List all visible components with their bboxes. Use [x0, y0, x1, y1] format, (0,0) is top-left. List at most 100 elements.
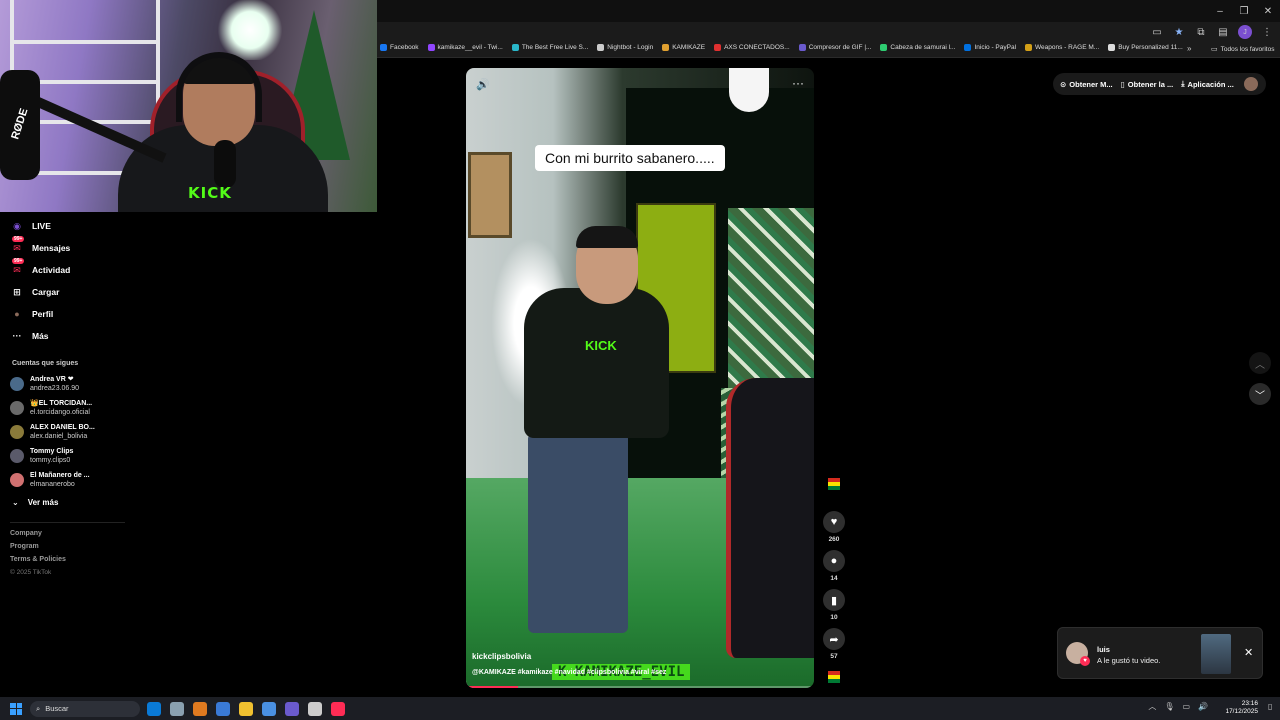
like-notification[interactable]: ♥ luis A le gustó tu video. ✕	[1057, 627, 1263, 679]
get-app-button[interactable]: ▯ Obtener la ...	[1121, 80, 1174, 89]
video-more-options-icon[interactable]: ···	[792, 76, 804, 90]
video-author[interactable]: kickclipsbolivia	[472, 652, 531, 661]
bookmark-item[interactable]: Buy Personalized 11...	[1108, 44, 1183, 51]
close-window-button[interactable]: ✕	[1256, 0, 1280, 22]
sidebar-item-cargar[interactable]: ⊞ Cargar	[10, 285, 59, 299]
sidebar-item-perfil[interactable]: ● Perfil	[10, 307, 53, 321]
user-avatar[interactable]	[1243, 77, 1258, 91]
taskbar-app-icon[interactable]	[147, 701, 161, 716]
notification-video-thumbnail[interactable]	[1201, 634, 1231, 674]
following-account[interactable]: 👑EL TORCIDAN... el.torcidango.oficial	[10, 399, 92, 417]
bookmark-icon[interactable]: ▮	[823, 589, 845, 611]
tray-overflow-icon[interactable]: ︿	[1148, 701, 1156, 712]
comment-icon[interactable]: ●	[823, 550, 845, 572]
volume-tray-icon[interactable]: 🔊	[1198, 702, 1208, 711]
bookmarks-overflow-button[interactable]: »	[1187, 44, 1191, 53]
browser-menu-icon[interactable]: ⋮	[1260, 25, 1274, 39]
webcam-overlay: RØDE KICK	[0, 0, 377, 212]
comment-action[interactable]: ● 14	[822, 550, 846, 582]
search-icon: ⌕	[36, 703, 41, 713]
share-count: 57	[830, 653, 838, 660]
sidebar-item-live[interactable]: ◉ LIVE	[10, 219, 51, 233]
share-icon[interactable]: ➦	[823, 628, 845, 650]
desktop-app-button[interactable]: ⤓ Aplicación ...	[1181, 79, 1234, 89]
video-player[interactable]: KICK Con mi burrito sabanero..... 🔊 ··· …	[466, 68, 814, 688]
cast-icon[interactable]: ▭	[1150, 25, 1164, 39]
account-avatar	[10, 449, 24, 463]
music-disc-icon[interactable]	[828, 671, 840, 683]
taskbar-app-icon[interactable]	[331, 701, 345, 716]
following-account[interactable]: ALEX DANIEL BO... alex.daniel_bolivia	[10, 423, 95, 441]
bookmark-item[interactable]: Compresor de GIF |...	[798, 44, 871, 51]
microphone-tray-icon[interactable]: 🎙	[1164, 702, 1174, 711]
bookmark-item[interactable]: AXS CONECTADOS...	[714, 44, 790, 51]
clock-date: 17/12/2025	[1225, 708, 1258, 715]
bookmark-label: Buy Personalized 11...	[1118, 44, 1183, 51]
see-more-button[interactable]: ⌄ Ver más	[12, 498, 58, 507]
taskbar-app-icon[interactable]	[285, 701, 299, 716]
bookmark-list: Facebook kamikaze__evil - Twi... The Best …	[380, 44, 1183, 51]
taskbar-clock[interactable]: 23:16 17/12/2025	[1225, 700, 1258, 716]
account-text: El Mañanero de ... elmananerobo	[30, 471, 90, 489]
all-favorites-folder[interactable]: ▭ Todos los favoritos	[1211, 45, 1274, 54]
minimize-button[interactable]: –	[1208, 0, 1232, 22]
save-action[interactable]: ▮ 10	[822, 589, 846, 621]
notification-close-icon[interactable]: ✕	[1244, 646, 1253, 659]
bookmark-item[interactable]: Inicio - PayPal	[964, 44, 1016, 51]
footer-link-company[interactable]: Company	[10, 530, 42, 537]
volume-icon[interactable]: 🔊	[476, 78, 490, 91]
taskbar-app-icon[interactable]	[262, 701, 276, 716]
next-video-button[interactable]: ﹀	[1249, 383, 1271, 405]
bookmark-item[interactable]: kamikaze__evil - Twi...	[427, 44, 503, 51]
profile-button[interactable]: J	[1238, 25, 1252, 39]
network-icon[interactable]: ▭	[1182, 702, 1190, 711]
sidebar-item-actividad[interactable]: ✉ 99+ Actividad	[10, 258, 70, 277]
bookmark-favicon-icon	[714, 44, 722, 51]
get-app-label: Obtener la ...	[1127, 79, 1174, 89]
restore-button[interactable]: ❐	[1232, 0, 1256, 22]
top-actions-bar: ⊙ Obtener M... ▯ Obtener la ... ⤓ Aplica…	[1053, 73, 1266, 95]
chevron-down-icon: ⌄	[12, 498, 19, 507]
share-action[interactable]: ➦ 57	[822, 628, 846, 660]
account-avatar	[10, 425, 24, 439]
taskbar-app-icon[interactable]	[239, 701, 253, 716]
taskbar-app-icon[interactable]	[170, 701, 184, 716]
bookmark-favicon-icon	[964, 44, 972, 51]
get-coins-button[interactable]: ⊙ Obtener M...	[1060, 80, 1113, 89]
sidebar-item-ms[interactable]: ··· Más	[10, 329, 49, 343]
footer-link-program[interactable]: Program	[10, 543, 39, 550]
heart-icon[interactable]: ♥	[823, 511, 845, 533]
notifications-icon[interactable]: ▯	[1268, 702, 1276, 714]
taskbar-app-icon[interactable]	[308, 701, 322, 716]
footer-link-terms[interactable]: Terms & Policies	[10, 556, 66, 563]
bookmark-item[interactable]: Facebook	[380, 44, 419, 51]
taskbar-search[interactable]: ⌕ Buscar	[30, 700, 140, 717]
following-account[interactable]: Andrea VR ❤ andrea23.06.90	[10, 375, 79, 393]
extensions-icon[interactable]: ⧉	[1194, 25, 1208, 39]
bolivia-flag-icon[interactable]	[828, 478, 840, 490]
sidebar-item-label: Mensajes	[32, 243, 71, 253]
bookmark-item[interactable]: The Best Free Live S...	[511, 44, 588, 51]
video-progress-bar[interactable]	[466, 686, 814, 688]
following-account[interactable]: El Mañanero de ... elmananerobo	[10, 471, 90, 489]
windows-start-icon[interactable]	[10, 702, 22, 715]
favorite-star-icon[interactable]: ★	[1172, 25, 1186, 39]
bookmark-item[interactable]: Weapons - RAGE M...	[1025, 44, 1099, 51]
bookmark-item[interactable]: KAMIKAZE	[662, 44, 705, 51]
taskbar-app-icon[interactable]	[193, 701, 207, 716]
video-lamp	[729, 68, 769, 112]
previous-video-button[interactable]: ︿	[1249, 352, 1271, 374]
split-view-icon[interactable]: ▤	[1216, 25, 1230, 39]
download-icon: ⤓	[1181, 79, 1185, 88]
taskbar-app-icon[interactable]	[216, 701, 230, 716]
bookmark-item[interactable]: Cabeza de samurai l...	[880, 44, 955, 51]
following-account[interactable]: Tommy Clips tommy.clips0	[10, 447, 73, 465]
like-action[interactable]: ♥ 260	[822, 511, 846, 543]
sidebar-item-mensajes[interactable]: ✉ 99+ Mensajes	[10, 236, 71, 255]
clock-time: 23:16	[1241, 700, 1258, 707]
sidebar-item-label: Más	[32, 331, 49, 341]
bookmark-item[interactable]: Nightbot - Login	[597, 44, 653, 51]
video-caption-bubble: Con mi burrito sabanero.....	[535, 145, 725, 171]
account-text: Tommy Clips tommy.clips0	[30, 447, 73, 465]
bookmark-favicon-icon	[380, 44, 387, 51]
